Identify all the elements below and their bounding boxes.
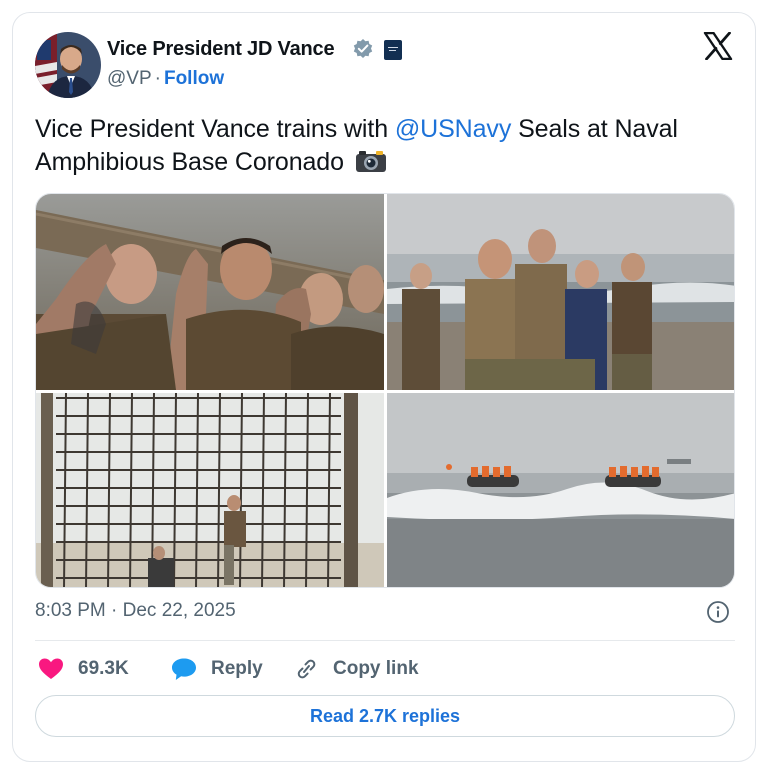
read-replies-button[interactable]: Read 2.7K replies [35, 695, 735, 737]
photo-beach-run[interactable] [387, 194, 734, 390]
divider [35, 640, 735, 641]
separator-dot: · [154, 68, 161, 89]
post-timestamp[interactable]: 8:03 PM · Dec 22, 2025 [35, 600, 236, 622]
photo-grid [35, 193, 735, 588]
mention-link[interactable]: @USNavy [395, 115, 511, 143]
info-icon[interactable] [706, 600, 730, 629]
link-icon [297, 659, 316, 679]
avatar[interactable] [35, 32, 101, 98]
verified-badge-icon [352, 38, 374, 65]
x-logo-icon[interactable] [703, 31, 733, 65]
copy-link-label: Copy link [333, 658, 419, 679]
post-text: Vice President Vance trains with @USNavy… [35, 113, 735, 179]
camera-emoji-icon [355, 149, 387, 173]
author-handle-row: @VP · Follow [107, 68, 224, 90]
follow-button[interactable]: Follow [164, 68, 224, 89]
like-button[interactable]: 69.3K [38, 656, 129, 682]
copy-link-button[interactable]: Copy link [293, 656, 419, 682]
photo-boats-surf[interactable] [387, 393, 734, 587]
reply-button[interactable]: Reply [171, 656, 263, 682]
reply-bubble-icon [172, 658, 196, 680]
author-handle[interactable]: @VP [107, 68, 152, 89]
like-count: 69.3K [78, 658, 129, 679]
government-affiliation-icon[interactable] [384, 40, 402, 60]
author-display-name[interactable]: Vice President JD Vance [107, 38, 335, 61]
post-text-part: Vice President Vance trains with [35, 115, 395, 143]
embedded-post-card: Vice President JD Vance @VP · Follow Vice … [12, 12, 756, 762]
reply-label: Reply [211, 658, 263, 679]
heart-icon [39, 658, 63, 679]
photo-cargo-net[interactable] [36, 393, 384, 587]
photo-log-pt[interactable] [36, 194, 384, 390]
